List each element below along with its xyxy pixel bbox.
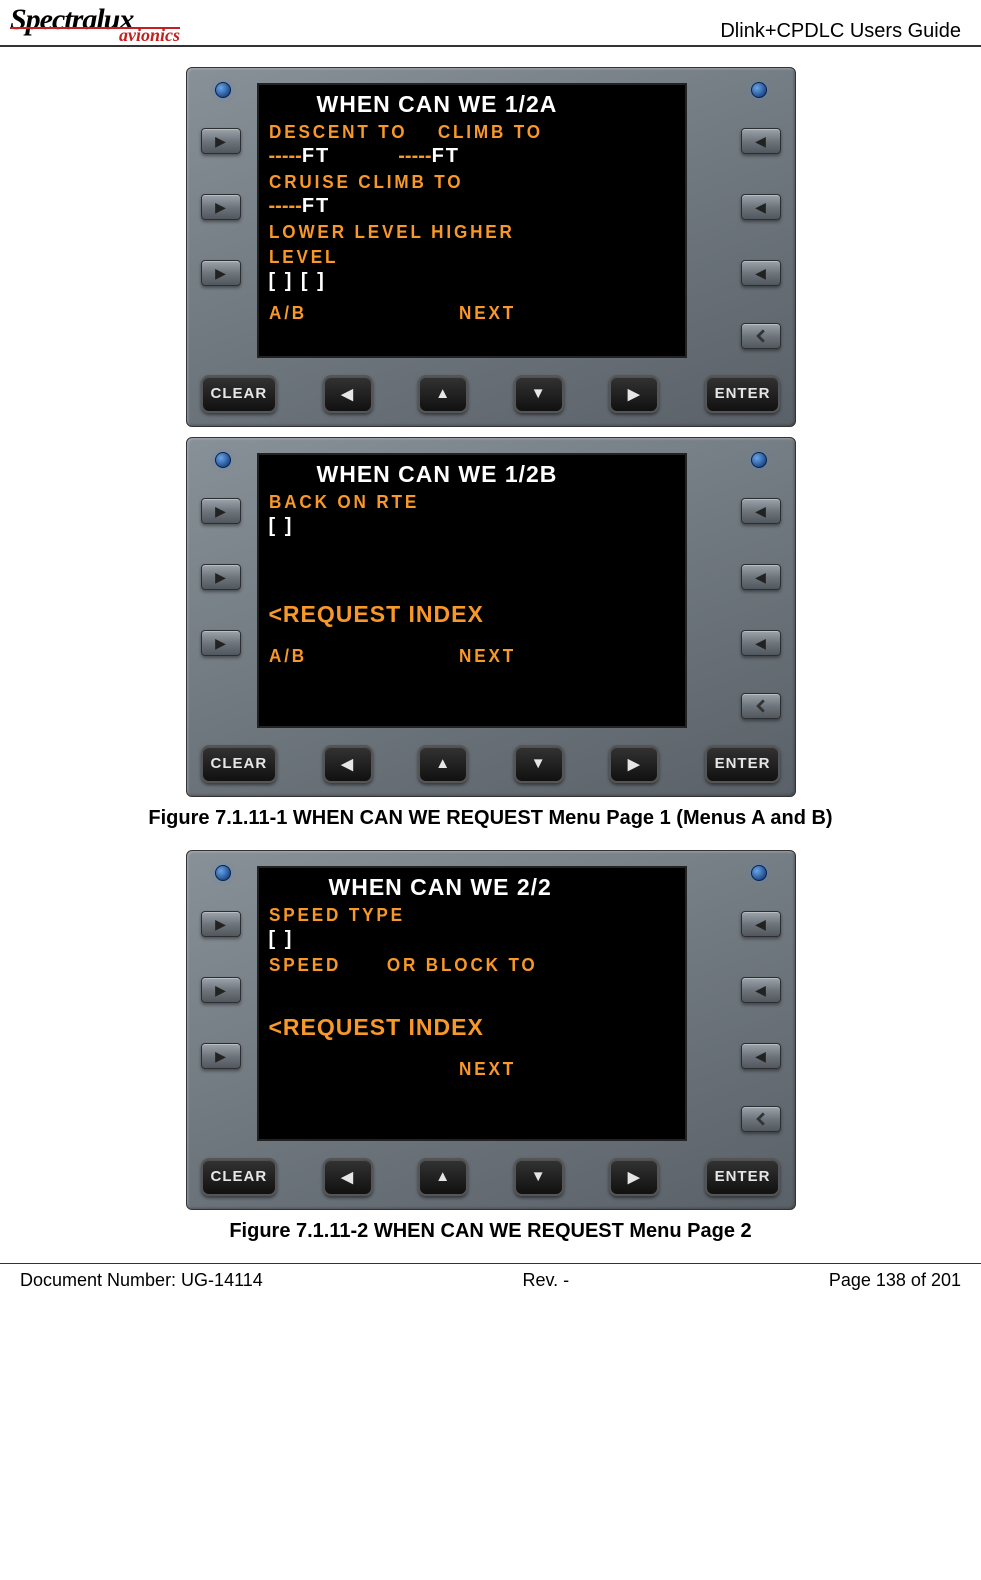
logo: Spectralux avionics xyxy=(10,6,180,43)
rsk-1[interactable]: ◀ xyxy=(741,911,781,937)
row-value: -----FT xyxy=(269,195,675,218)
cdu-device-1b: ▶ ▶ ▶ ◀ ◀ ◀ WHEN CAN WE 1/2B BACK ON RTE… xyxy=(186,437,796,797)
lsk-2[interactable]: ▶ xyxy=(201,977,241,1003)
clear-button[interactable]: CLEAR xyxy=(201,1158,278,1196)
arrow-up-button[interactable]: ▲ xyxy=(418,375,468,413)
bottom-button-bar: CLEAR ◀ ▲ ▼ ▶ ENTER xyxy=(201,371,781,416)
footer-row: A/BNEXT xyxy=(269,646,655,667)
row-value: [ ] xyxy=(269,928,675,951)
enter-button[interactable]: ENTER xyxy=(705,745,781,783)
indicator-light-icon xyxy=(751,82,767,98)
lsk-1[interactable]: ▶ xyxy=(201,911,241,937)
arrow-left-button[interactable]: ◀ xyxy=(323,745,373,783)
row-label: CRUISE CLIMB TO xyxy=(269,172,655,193)
arrow-down-button[interactable]: ▼ xyxy=(514,375,564,413)
document-title: Dlink+CPDLC Users Guide xyxy=(720,20,961,43)
row-label: SPEED TYPE xyxy=(269,905,655,926)
cdu-device-2: ▶ ▶ ▶ ◀ ◀ ◀ WHEN CAN WE 2/2 SPEED TYPE [… xyxy=(186,850,796,1210)
logo-subtext: avionics xyxy=(10,27,180,43)
lsk-1[interactable]: ▶ xyxy=(201,128,241,154)
request-index-link: <REQUEST INDEX xyxy=(269,1014,675,1041)
row-label: SPEED OR BLOCK TO xyxy=(269,955,655,976)
rsk-2[interactable]: ◀ xyxy=(741,977,781,1003)
row-value: -----FT -----FT xyxy=(269,145,675,168)
lsk-3[interactable]: ▶ xyxy=(201,1043,241,1069)
arrow-down-button[interactable]: ▼ xyxy=(514,745,564,783)
rsk-2[interactable]: ◀ xyxy=(741,194,781,220)
display-screen: WHEN CAN WE 1/2A DESCENT TO CLIMB TO ---… xyxy=(257,83,687,358)
bottom-button-bar: CLEAR ◀ ▲ ▼ ▶ ENTER xyxy=(201,741,781,786)
arrow-left-button[interactable]: ◀ xyxy=(323,375,373,413)
bottom-button-bar: CLEAR ◀ ▲ ▼ ▶ ENTER xyxy=(201,1154,781,1199)
enter-button[interactable]: ENTER xyxy=(705,1158,781,1196)
page-footer: Document Number: UG-14114 Rev. - Page 13… xyxy=(0,1263,981,1297)
figure-caption-1: Figure 7.1.11-1 WHEN CAN WE REQUEST Menu… xyxy=(0,807,981,830)
display-screen: WHEN CAN WE 1/2B BACK ON RTE [ ] <REQUES… xyxy=(257,453,687,728)
indicator-light-icon xyxy=(751,865,767,881)
clear-button[interactable]: CLEAR xyxy=(201,745,278,783)
rsk-3[interactable]: ◀ xyxy=(741,1043,781,1069)
lsk-3[interactable]: ▶ xyxy=(201,260,241,286)
nav-back-button[interactable] xyxy=(741,323,781,349)
footer-row: A/BNEXT xyxy=(269,303,655,324)
nav-back-button[interactable] xyxy=(741,693,781,719)
display-screen: WHEN CAN WE 2/2 SPEED TYPE [ ] SPEED OR … xyxy=(257,866,687,1141)
footer-page-number: Page 138 of 201 xyxy=(829,1270,961,1291)
rsk-3[interactable]: ◀ xyxy=(741,630,781,656)
arrow-right-button[interactable]: ▶ xyxy=(609,745,659,783)
row-label: LEVEL xyxy=(269,247,655,268)
request-index-link: <REQUEST INDEX xyxy=(269,601,675,628)
row-label: LOWER LEVEL HIGHER xyxy=(269,222,655,243)
rsk-3[interactable]: ◀ xyxy=(741,260,781,286)
row-value: [ ] [ ] xyxy=(269,270,675,293)
arrow-right-button[interactable]: ▶ xyxy=(609,1158,659,1196)
screen-title: WHEN CAN WE 2/2 xyxy=(269,874,675,901)
row-label: DESCENT TO CLIMB TO xyxy=(269,122,655,143)
screen-title: WHEN CAN WE 1/2A xyxy=(269,91,675,118)
page-header: Spectralux avionics Dlink+CPDLC Users Gu… xyxy=(0,0,981,47)
enter-button[interactable]: ENTER xyxy=(705,375,781,413)
arrow-left-button[interactable]: ◀ xyxy=(323,1158,373,1196)
rsk-2[interactable]: ◀ xyxy=(741,564,781,590)
row-label: BACK ON RTE xyxy=(269,492,655,513)
content: ▶ ▶ ▶ ◀ ◀ ◀ WHEN CAN WE 1/2A DESCENT TO … xyxy=(0,47,981,1243)
footer-revision: Rev. - xyxy=(522,1270,569,1291)
footer-row: NEXT xyxy=(269,1059,655,1080)
indicator-light-icon xyxy=(215,865,231,881)
lsk-3[interactable]: ▶ xyxy=(201,630,241,656)
figure-caption-2: Figure 7.1.11-2 WHEN CAN WE REQUEST Menu… xyxy=(0,1220,981,1243)
lsk-2[interactable]: ▶ xyxy=(201,194,241,220)
row-value: [ ] xyxy=(269,515,675,538)
screen-title: WHEN CAN WE 1/2B xyxy=(269,461,675,488)
nav-back-button[interactable] xyxy=(741,1106,781,1132)
rsk-1[interactable]: ◀ xyxy=(741,498,781,524)
arrow-up-button[interactable]: ▲ xyxy=(418,1158,468,1196)
arrow-down-button[interactable]: ▼ xyxy=(514,1158,564,1196)
lsk-1[interactable]: ▶ xyxy=(201,498,241,524)
indicator-light-icon xyxy=(215,452,231,468)
cdu-device-1a: ▶ ▶ ▶ ◀ ◀ ◀ WHEN CAN WE 1/2A DESCENT TO … xyxy=(186,67,796,427)
arrow-right-button[interactable]: ▶ xyxy=(609,375,659,413)
clear-button[interactable]: CLEAR xyxy=(201,375,278,413)
lsk-2[interactable]: ▶ xyxy=(201,564,241,590)
indicator-light-icon xyxy=(751,452,767,468)
arrow-up-button[interactable]: ▲ xyxy=(418,745,468,783)
rsk-1[interactable]: ◀ xyxy=(741,128,781,154)
indicator-light-icon xyxy=(215,82,231,98)
footer-doc-number: Document Number: UG-14114 xyxy=(20,1270,263,1291)
